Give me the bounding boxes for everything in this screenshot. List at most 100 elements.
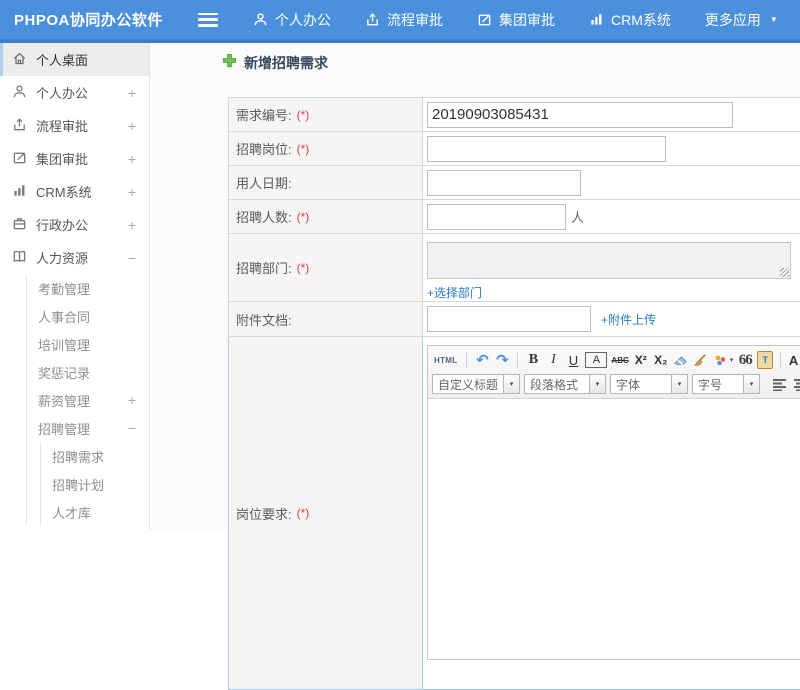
sidebar-item-salary[interactable]: 薪资管理 + xyxy=(0,386,149,414)
paste-icon[interactable]: T xyxy=(757,351,774,369)
sidebar-item-label: 招聘计划 xyxy=(52,477,105,493)
editor-toolbar-row-2: 自定义标题 ▾ 段落格式 ▾ 字体 ▾ 字号 ▾ xyxy=(432,372,800,396)
bar-chart-icon xyxy=(12,183,27,201)
resize-handle[interactable] xyxy=(780,268,789,277)
top-header: PHPOA协同办公软件 个人办公 流程审批 集团审批 CRM系统 更多应用 ▼ xyxy=(0,0,800,43)
eraser-icon[interactable] xyxy=(673,351,689,369)
form-row-demand-no: 需求编号: (*) xyxy=(228,98,800,132)
position-input[interactable] xyxy=(427,135,666,162)
nav-label: 更多应用 xyxy=(704,11,761,28)
italic-button[interactable]: I xyxy=(545,351,561,369)
expand-plus-icon[interactable]: + xyxy=(128,217,136,233)
form-row-job-requirements: 岗位要求: (*) HTML ↶ ↷ B I U A ABC X² X₂ ▾ 6… xyxy=(228,337,800,690)
sidebar-item-label: 行政办公 xyxy=(36,218,89,233)
page-title: 新增招聘需求 xyxy=(222,53,328,73)
sidebar-item-attendance[interactable]: 考勤管理 xyxy=(0,274,149,302)
blockquote-button[interactable]: 66 xyxy=(737,351,753,369)
nav-workflow-approval[interactable]: 流程审批 xyxy=(348,10,460,30)
recruit-demand-form: 需求编号: (*) 招聘岗位: (*) 用人日期: 招聘人数: (*) 人 xyxy=(228,97,800,690)
form-row-headcount: 招聘人数: (*) 人 xyxy=(228,200,800,234)
sidebar-item-hr[interactable]: 人力资源 − xyxy=(0,241,149,274)
editor-toolbar-row-1: HTML ↶ ↷ B I U A ABC X² X₂ ▾ 66 T A xyxy=(432,348,800,372)
sidebar-item-label: 考勤管理 xyxy=(38,281,91,297)
bold-button[interactable]: B xyxy=(525,351,541,369)
edit-icon xyxy=(12,150,27,168)
nav-label: 集团审批 xyxy=(499,11,555,28)
sidebar-item-rewards[interactable]: 奖惩记录 xyxy=(0,358,149,386)
sidebar-item-label: 个人桌面 xyxy=(36,53,89,68)
strikethrough-button[interactable]: ABC xyxy=(611,351,628,369)
font-family-dropdown[interactable]: 字体 ▾ xyxy=(610,374,688,394)
expand-plus-icon[interactable]: + xyxy=(128,151,136,167)
sidebar-item-recruit-plan[interactable]: 招聘计划 xyxy=(0,470,149,498)
sidebar-item-label: 个人办公 xyxy=(36,86,89,101)
collapse-minus-icon[interactable]: − xyxy=(128,250,136,266)
sidebar-item-talent-pool[interactable]: 人才库 xyxy=(0,498,149,526)
sidebar-item-workflow[interactable]: 流程审批 + xyxy=(0,109,149,142)
expand-plus-icon[interactable]: + xyxy=(128,184,136,200)
nav-more-apps[interactable]: 更多应用 ▼ xyxy=(688,10,795,30)
headcount-unit: 人 xyxy=(571,210,585,225)
collapse-minus-icon[interactable]: − xyxy=(128,420,136,436)
color-splash-icon[interactable]: ▾ xyxy=(713,351,733,369)
font-size-dropdown[interactable]: 字号 ▾ xyxy=(692,374,760,394)
sidebar-item-label: 流程审批 xyxy=(36,119,89,134)
sidebar-item-training[interactable]: 培训管理 xyxy=(0,330,149,358)
hire-date-input[interactable] xyxy=(427,169,581,196)
rich-text-editor: HTML ↶ ↷ B I U A ABC X² X₂ ▾ 66 T A 自定义标… xyxy=(427,345,800,660)
attachment-upload-link[interactable]: +附件上传 xyxy=(601,311,656,328)
hamburger-icon[interactable] xyxy=(198,12,218,27)
undo-icon[interactable]: ↶ xyxy=(474,351,490,369)
font-color-button[interactable]: A ▾ xyxy=(788,351,800,369)
nav-label: 流程审批 xyxy=(387,11,443,28)
expand-plus-icon[interactable]: + xyxy=(128,118,136,134)
caret-down-icon: ▼ xyxy=(769,15,778,24)
add-plus-icon xyxy=(222,53,237,73)
sidebar-item-desktop[interactable]: 个人桌面 xyxy=(0,43,149,76)
sidebar-item-hr-contract[interactable]: 人事合同 xyxy=(0,302,149,330)
department-textarea[interactable] xyxy=(427,242,791,279)
expand-plus-icon[interactable]: + xyxy=(128,392,136,408)
demand-no-input[interactable] xyxy=(427,101,733,128)
position-label: 招聘岗位: (*) xyxy=(229,132,423,165)
editor-content-area[interactable] xyxy=(428,399,800,659)
sidebar-item-crm[interactable]: CRM系统 + xyxy=(0,175,149,208)
nav-label: CRM系统 xyxy=(611,11,671,28)
expand-plus-icon[interactable]: + xyxy=(128,85,136,101)
sidebar-item-recruit-mgmt[interactable]: 招聘管理 − xyxy=(0,414,149,442)
required-marker: (*) xyxy=(296,107,310,122)
char-border-button[interactable]: A xyxy=(585,352,608,368)
sidebar-item-label: 培训管理 xyxy=(38,337,91,353)
nav-group-approval[interactable]: 集团审批 xyxy=(460,10,572,30)
caret-down-icon: ▾ xyxy=(671,374,688,394)
attachment-input[interactable] xyxy=(427,306,591,332)
sidebar-item-label: 人力资源 xyxy=(36,251,89,266)
underline-button[interactable]: U xyxy=(565,351,581,369)
align-center-icon[interactable] xyxy=(793,375,800,393)
subscript-button[interactable]: X₂ xyxy=(653,351,669,369)
headcount-input[interactable] xyxy=(427,203,566,230)
sidebar: 个人桌面 个人办公 + 流程审批 + 集团审批 + CRM系统 + 行政办公 + xyxy=(0,43,150,530)
workflow-icon xyxy=(12,117,27,135)
nav-crm-system[interactable]: CRM系统 xyxy=(572,10,688,30)
paragraph-format-dropdown[interactable]: 段落格式 ▾ xyxy=(524,374,606,394)
custom-title-dropdown[interactable]: 自定义标题 ▾ xyxy=(432,374,520,394)
page-title-text: 新增招聘需求 xyxy=(244,55,328,71)
sidebar-item-admin-office[interactable]: 行政办公 + xyxy=(0,208,149,241)
select-department-link[interactable]: +选择部门 xyxy=(427,284,482,301)
home-icon xyxy=(12,51,27,69)
sidebar-item-recruit-demand[interactable]: 招聘需求 xyxy=(0,442,149,470)
html-source-button[interactable]: HTML xyxy=(432,351,459,369)
briefcase-icon xyxy=(12,216,27,234)
sidebar-item-personal-office[interactable]: 个人办公 + xyxy=(0,76,149,109)
nav-personal-office[interactable]: 个人办公 xyxy=(236,10,348,30)
required-marker: (*) xyxy=(296,209,310,224)
format-brush-icon[interactable] xyxy=(693,351,709,369)
form-row-position: 招聘岗位: (*) xyxy=(228,132,800,166)
sidebar-item-group-approval[interactable]: 集团审批 + xyxy=(0,142,149,175)
superscript-button[interactable]: X² xyxy=(633,351,649,369)
form-row-hire-date: 用人日期: xyxy=(228,166,800,200)
caret-down-icon: ▾ xyxy=(743,374,760,394)
align-left-icon[interactable] xyxy=(772,375,788,393)
redo-icon[interactable]: ↷ xyxy=(494,351,510,369)
